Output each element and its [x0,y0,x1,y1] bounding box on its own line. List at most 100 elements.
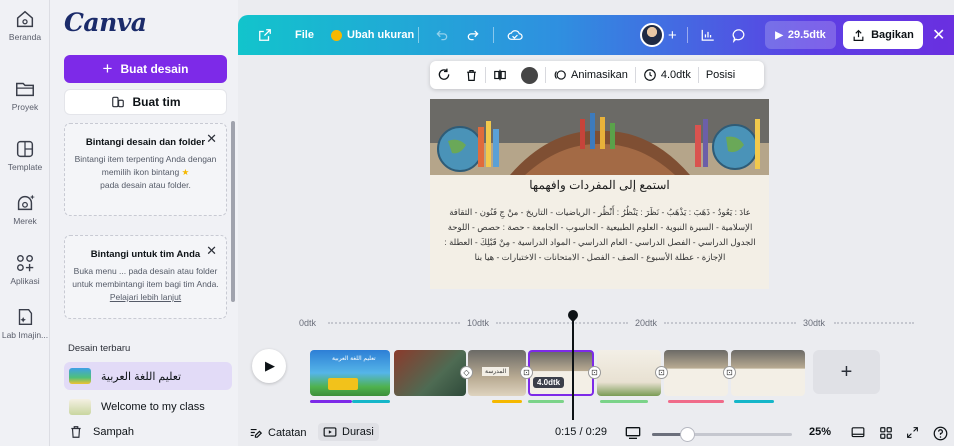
trash-icon [71,426,81,438]
page-clip-3[interactable]: المدرسة [468,350,526,396]
cloud-save-button[interactable] [507,15,523,55]
comments-button[interactable] [732,15,747,55]
divider [687,27,688,43]
recent-design-item[interactable]: تعليم اللغة العربية [64,362,232,390]
zoom-level[interactable]: 25% [809,426,831,438]
notes-button[interactable]: Catatan [249,426,307,439]
pages-view-button[interactable] [851,426,865,439]
split-button[interactable] [486,61,514,89]
close-editor-button[interactable]: ✕ [932,15,945,55]
delete-button[interactable] [458,61,485,89]
editor-top-bar: File Ubah ukuran + ▶ 29.5dtk Bagikan ✕ [238,15,954,55]
play-icon: ▶ [775,29,783,41]
animate-button[interactable]: Animasikan [546,61,635,89]
file-menu[interactable]: File [295,15,314,55]
animate-label: Animasikan [571,69,628,81]
team-star-tip-title: Bintangi untuk tim Anda [90,249,201,260]
ruler-dots [496,322,628,324]
position-button[interactable]: Posisi [699,61,742,89]
playhead[interactable] [572,316,574,420]
resize-button[interactable]: Ubah ukuran [331,15,414,55]
transition-button[interactable]: ◇ [460,366,473,379]
help-button[interactable] [933,426,948,441]
canva-logo[interactable]: Canva [64,8,147,37]
comment-icon [732,28,745,43]
zoom-slider-handle[interactable] [680,427,695,442]
transition-button[interactable]: ⊡ [655,366,668,379]
close-icon[interactable]: ✕ [206,131,217,147]
clip-audio-bar [668,400,724,403]
ruler-dots [664,322,796,324]
regenerate-button[interactable] [430,61,458,89]
panel-scrollbar[interactable] [231,121,235,302]
grid-view-button[interactable] [879,426,893,440]
rail-item-magic-lab[interactable]: Lab Imajin... [0,306,50,340]
clip-audio-bar [734,400,774,403]
play-presentation-button[interactable]: ▶ 29.5dtk [765,21,836,49]
transition-icon: ⊡ [591,368,598,377]
avatar[interactable] [640,15,664,55]
page-clip-2[interactable] [394,350,466,396]
page-view-button[interactable] [625,426,641,440]
undo-button[interactable] [435,15,449,55]
rail-item-home[interactable]: Beranda [0,8,50,42]
help-icon [933,426,948,441]
timeline-play-button[interactable]: ▶ [252,349,286,383]
plus-icon: + [102,59,113,78]
share-button[interactable]: Bagikan [843,21,923,49]
page-clip-5[interactable] [597,350,661,396]
design-vocabulary-text[interactable]: عادَ : يَعُودُ - ذَهَبَ : يَذْهَبُ - نَظ… [442,205,758,265]
chart-icon [701,29,714,41]
design-thumbnail [69,368,91,384]
duration-toggle-button[interactable]: Durasi [318,423,379,441]
add-page-button[interactable]: + [813,350,880,394]
ruler-dots [328,322,460,324]
clip-audio-bar [310,400,352,403]
cloud-check-icon [507,30,523,40]
duration-toggle-label: Durasi [342,426,374,438]
star-tip-card: ✕ Bintangi desain dan folder Bintangi it… [64,123,227,216]
page-clip-7[interactable] [731,350,805,396]
create-team-button[interactable]: Buat tim [64,89,227,115]
monitor-icon [625,426,641,439]
undo-icon [436,30,448,41]
redo-button[interactable] [466,15,480,55]
duration-button[interactable]: 4.0dtk [636,61,698,89]
invite-button[interactable]: + [668,15,677,55]
position-label: Posisi [705,69,736,81]
learn-more-link[interactable]: Pelajari lebih lanjut [110,292,181,302]
team-icon [111,96,124,108]
insights-button[interactable] [700,15,716,55]
ruler-dots [834,322,914,324]
grid-icon [880,427,892,439]
side-panel: Canva + Buat desain Buat tim ✕ Bintangi … [50,0,238,446]
rail-item-apps[interactable]: Aplikasi [0,252,50,286]
clock-icon [644,69,656,81]
rail-item-template[interactable]: Template [0,138,50,172]
page-clip-4-selected[interactable] [528,350,594,396]
page-clip-6[interactable] [664,350,728,396]
resize-label: Ubah ukuran [347,29,415,41]
create-design-button[interactable]: + Buat desain [64,55,227,83]
transition-button[interactable]: ⊡ [723,366,736,379]
upload-icon [853,29,864,41]
rail-label: Lab Imajin... [1,330,49,340]
fullscreen-button[interactable] [906,426,919,439]
open-panel-button[interactable] [258,15,272,55]
divider [493,27,494,43]
play-icon: ▶ [265,358,275,373]
rail-item-projects[interactable]: Proyek [0,78,50,112]
design-title[interactable]: استمع إلى المفردات وافهمها [430,178,769,192]
design-thumbnail [69,399,91,415]
transition-button[interactable]: ⊡ [520,366,533,379]
home-icon [16,10,34,28]
close-icon[interactable]: ✕ [206,243,217,259]
page-clip-1[interactable]: تعليم اللغة العربية [310,350,390,396]
trash-item[interactable]: Sampah [64,418,232,446]
crown-icon [331,29,342,41]
recent-design-item[interactable]: Welcome to my class [64,393,232,421]
design-page[interactable]: استمع إلى المفردات وافهمها عادَ : يَعُود… [430,99,769,289]
color-swatch-button[interactable] [514,61,545,89]
transition-button[interactable]: ⊡ [588,366,601,379]
rail-item-brand[interactable]: Merek [0,192,50,226]
